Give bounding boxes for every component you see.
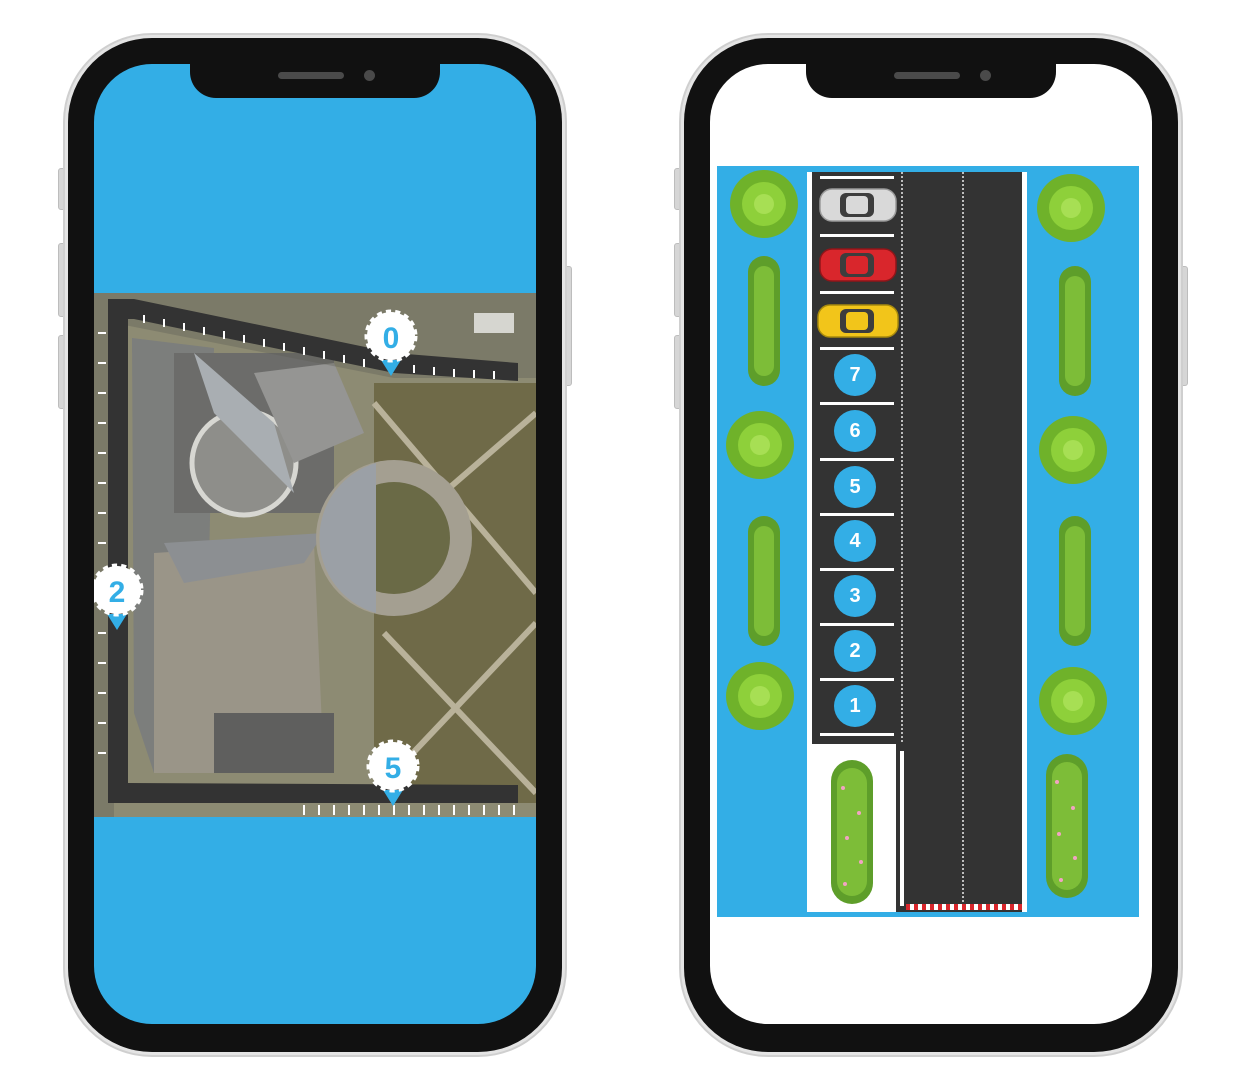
- volume-up-button: [674, 243, 683, 317]
- flower-bush-left: [831, 760, 873, 904]
- screen-right: 7 6 5 4 3 2 1: [710, 64, 1152, 1024]
- phone-left: 0 2 5: [58, 38, 572, 1052]
- pin-label: 0: [382, 322, 400, 355]
- notch: [190, 62, 440, 98]
- phone-right: 7 6 5 4 3 2 1: [674, 38, 1188, 1052]
- speaker-icon: [278, 72, 344, 79]
- notch: [806, 62, 1056, 98]
- parking-spot-6[interactable]: 6: [834, 410, 876, 452]
- map-pin-2[interactable]: 2: [94, 562, 144, 632]
- parking-spot-2[interactable]: 2: [834, 630, 876, 672]
- bushes-left: [726, 170, 798, 730]
- finish-line: [906, 904, 1022, 910]
- volume-up-button: [58, 243, 67, 317]
- camera-icon: [980, 70, 991, 81]
- car-yellow[interactable]: [816, 302, 900, 340]
- spot-divider: [820, 513, 894, 516]
- spot-divider: [820, 234, 894, 237]
- pin-label: 2: [108, 576, 126, 609]
- map-pin-5[interactable]: 5: [366, 738, 420, 808]
- parking-spot-5[interactable]: 5: [834, 466, 876, 508]
- pin-label: 5: [384, 752, 402, 785]
- camera-icon: [364, 70, 375, 81]
- spot-divider: [820, 291, 894, 294]
- parked-truck: [474, 313, 514, 333]
- spot-divider: [820, 347, 894, 350]
- main-road: [896, 172, 1022, 912]
- bushes-right: [1037, 174, 1107, 898]
- power-button: [1179, 266, 1188, 386]
- map-pin-0[interactable]: 0: [364, 308, 418, 378]
- car-white[interactable]: [818, 186, 898, 224]
- spot-number: 3: [849, 585, 861, 607]
- parking-spot-4[interactable]: 4: [834, 520, 876, 562]
- road-edge-line: [900, 751, 904, 906]
- spot-divider: [820, 176, 894, 179]
- parking-spot-3[interactable]: 3: [834, 575, 876, 617]
- spot-divider: [820, 733, 894, 736]
- parking-spot-7[interactable]: 7: [834, 354, 876, 396]
- spot-number: 1: [849, 695, 861, 717]
- silent-switch: [58, 168, 67, 210]
- spot-number: 5: [849, 476, 861, 498]
- spot-number: 6: [849, 420, 861, 442]
- parking-spot-1[interactable]: 1: [834, 685, 876, 727]
- aerial-map[interactable]: [94, 293, 536, 817]
- car-red[interactable]: [818, 246, 898, 284]
- screen-left: 0 2 5: [94, 64, 536, 1024]
- road-dashed-line-2: [962, 172, 964, 906]
- speaker-icon: [894, 72, 960, 79]
- roof-equipment: [214, 713, 334, 773]
- volume-down-button: [674, 335, 683, 409]
- power-button: [563, 266, 572, 386]
- spot-number: 7: [849, 364, 861, 386]
- spot-divider: [820, 568, 894, 571]
- spot-number: 2: [849, 640, 861, 662]
- volume-down-button: [58, 335, 67, 409]
- road-dashed-line-1: [901, 172, 903, 742]
- spot-number: 4: [849, 530, 861, 552]
- spot-divider: [820, 402, 894, 405]
- spot-divider: [820, 623, 894, 626]
- spot-divider: [820, 458, 894, 461]
- spot-divider: [820, 678, 894, 681]
- silent-switch: [674, 168, 683, 210]
- parking-game[interactable]: 7 6 5 4 3 2 1: [717, 166, 1139, 917]
